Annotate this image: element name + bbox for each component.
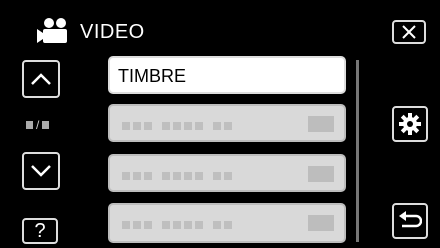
placeholder-value [308,166,334,182]
return-icon [399,211,422,228]
placeholder-text [122,122,232,130]
close-icon [402,25,416,39]
placeholder-value [308,116,334,132]
placeholder-value [308,215,334,231]
chevron-up-icon [31,73,51,85]
page-title: VIDEO [80,21,145,43]
placeholder-text [122,172,232,180]
page-current-block [26,121,33,129]
close-button[interactable] [392,20,426,44]
header-bar: VIDEO [0,0,440,50]
menu-item-placeholder[interactable] [108,154,346,192]
scroll-down-button[interactable] [22,152,60,190]
settings-button[interactable] [392,106,428,142]
video-camera-icon [37,18,67,43]
menu-scrollbar[interactable] [356,60,359,242]
menu-item-placeholder[interactable] [108,104,346,142]
chevron-down-icon [31,165,51,177]
gear-icon [399,113,421,135]
page-indicator: / [26,118,60,132]
placeholder-text [122,221,232,229]
scroll-up-button[interactable] [22,60,60,98]
menu-item-timbre[interactable]: TIMBRE [108,56,346,94]
help-button[interactable]: ? [22,218,58,244]
menu-item-label: TIMBRE [118,66,187,86]
back-button[interactable] [392,203,428,239]
menu-item-placeholder[interactable] [108,203,346,243]
page-slash: / [36,118,40,132]
page-total-block [42,121,50,129]
help-label: ? [34,219,46,242]
